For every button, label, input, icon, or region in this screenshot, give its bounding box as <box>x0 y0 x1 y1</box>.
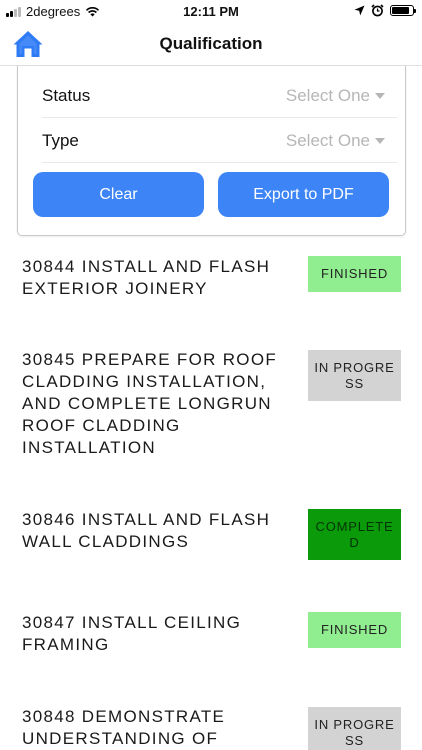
battery-icon <box>390 5 416 16</box>
clear-button[interactable]: Clear <box>33 172 204 217</box>
status-bar: 2degrees 12:11 PM <box>0 0 422 22</box>
type-filter-label: Type <box>42 131 79 150</box>
status-badge: FINISHED <box>308 612 401 648</box>
qualification-title: 30847 INSTALL CEILING FRAMING <box>22 613 242 654</box>
type-select-value: Select One <box>285 131 370 150</box>
status-badge: IN PROGRESS <box>308 707 401 750</box>
status-badge: FINISHED <box>308 256 401 292</box>
status-select[interactable]: Select One <box>286 86 385 106</box>
export-pdf-button[interactable]: Export to PDF <box>218 172 389 217</box>
filter-panel: Status Select One Type Select One Clear … <box>17 66 406 236</box>
qualification-title: 30845 PREPARE FOR ROOF CLADDING INSTALLA… <box>22 350 278 457</box>
page-title: Qualification <box>159 34 263 53</box>
status-badge: COMPLETED <box>308 509 401 560</box>
navigation-bar: Qualification <box>0 22 422 66</box>
chevron-down-icon <box>375 138 385 144</box>
qualification-title: 30848 DEMONSTRATE UNDERSTANDING OF <box>22 707 226 748</box>
type-select[interactable]: Select One <box>286 131 385 151</box>
qualification-title: 30844 INSTALL AND FLASH EXTERIOR JOINERY <box>22 257 271 298</box>
status-bar-right <box>354 4 416 17</box>
type-filter-row[interactable]: Type Select One <box>42 119 397 163</box>
qualification-title: 30846 INSTALL AND FLASH WALL CLADDINGS <box>22 510 271 551</box>
alarm-icon <box>371 4 384 17</box>
status-filter-row[interactable]: Status Select One <box>42 74 397 118</box>
chevron-down-icon <box>375 93 385 99</box>
status-filter-label: Status <box>42 86 91 105</box>
status-badge: IN PROGRESS <box>308 350 401 401</box>
battery-level <box>392 7 409 14</box>
location-arrow-icon <box>354 5 365 16</box>
status-select-value: Select One <box>285 86 370 105</box>
